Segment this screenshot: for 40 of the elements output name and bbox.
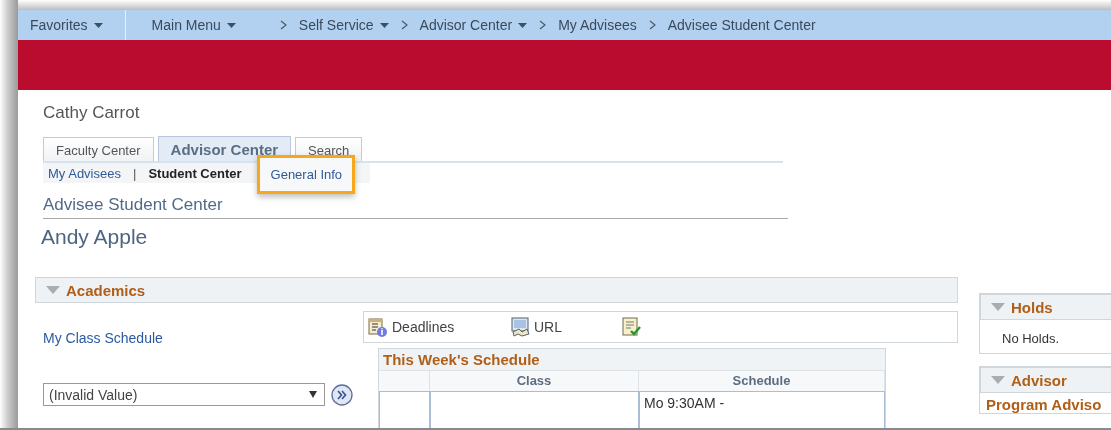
holds-message: No Holds.: [1001, 330, 1061, 348]
dropdown-field[interactable]: (Invalid Value): [43, 383, 325, 406]
current-page-label: Student Center: [148, 165, 242, 181]
quick-link[interactable]: Deadlines: [392, 319, 455, 335]
breadcrumb-link[interactable]: My Advisees: [558, 17, 637, 33]
dropdown-arrow-icon: [309, 391, 317, 398]
section-title: Holds: [1011, 298, 1053, 316]
table-cell: Mo 9:30AM -: [639, 391, 885, 428]
section-header[interactable]: Academics: [35, 277, 958, 303]
column-header: Schedule: [639, 370, 885, 391]
tab[interactable]: Faculty Center: [43, 137, 154, 161]
separator: |: [133, 165, 137, 181]
chevron-right-icon: [279, 20, 287, 30]
breadcrumb-link[interactable]: Main Menu: [151, 17, 236, 33]
breadcrumb-link[interactable]: Self Service: [298, 17, 389, 33]
section-title: Advisor: [1011, 371, 1067, 389]
calendar-info-icon[interactable]: [368, 317, 388, 337]
table-title: This Week's Schedule: [382, 350, 541, 370]
chevron-right-icon: [400, 20, 408, 30]
advisor-heading: Program Adviso: [985, 395, 1103, 413]
sub-navigation-link[interactable]: My Advisees: [48, 165, 121, 181]
checklist-icon[interactable]: [622, 317, 642, 337]
section-header[interactable]: Holds: [980, 294, 1111, 320]
sub-navigation-link[interactable]: General Info: [270, 167, 343, 182]
breadcrumb-link[interactable]: Advisee Student Center: [667, 17, 816, 33]
quick-link[interactable]: URL: [534, 319, 562, 335]
class-schedule-link[interactable]: My Class Schedule: [43, 330, 363, 346]
page-title: Advisee Student Center: [43, 195, 788, 219]
section-header[interactable]: Advisor: [980, 367, 1111, 393]
section-title: Academics: [66, 281, 146, 299]
breadcrumb-link[interactable]: Advisor Center: [419, 17, 528, 33]
column-header: Class: [430, 370, 639, 391]
chevron-right-icon: [539, 20, 547, 30]
user-name: Cathy Carrot: [43, 103, 141, 124]
table-cell: [379, 391, 430, 428]
go-button[interactable]: [331, 383, 353, 406]
monitor-book-icon[interactable]: [510, 317, 530, 337]
chevron-right-icon: [648, 20, 656, 30]
tab[interactable]: Advisor Center: [157, 136, 292, 161]
student-name: Andy Apple: [41, 225, 149, 249]
